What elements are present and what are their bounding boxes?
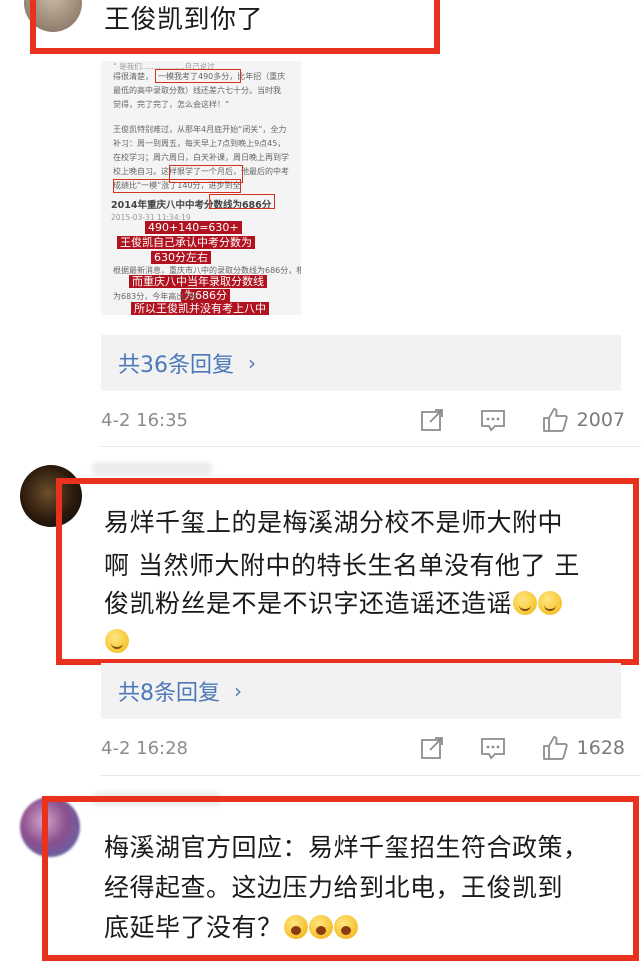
share-button[interactable] xyxy=(419,735,445,761)
comment-text-line xyxy=(104,623,129,661)
crying-emoji-icon xyxy=(283,915,308,939)
comment-button[interactable] xyxy=(479,735,507,761)
like-button[interactable]: 1628 xyxy=(541,734,625,762)
crying-emoji-icon xyxy=(308,915,333,939)
divider xyxy=(101,446,641,447)
share-icon xyxy=(420,409,443,431)
divider xyxy=(101,775,641,776)
smile-emoji-icon xyxy=(538,591,563,615)
comment-text-segment: 底延毕了没有？ xyxy=(104,913,283,942)
like-icon xyxy=(542,408,568,432)
like-count: 1628 xyxy=(576,737,625,759)
comment-meta: 4-2 16:35 2007 xyxy=(101,405,625,435)
comment-text-line: 经得起查。这边压力给到北电，王俊凯到 xyxy=(104,873,564,902)
comment-image[interactable]: “ 是我们..................自己说过 得很清楚， 一模我考了4… xyxy=(101,61,301,315)
comment-icon xyxy=(480,410,505,432)
timestamp: 4-2 16:28 xyxy=(101,737,188,759)
comment-text-line: 梅溪湖官方回应：易烊千玺招生符合政策， xyxy=(104,833,589,862)
crying-emoji-icon xyxy=(333,915,358,939)
replies-label: 共36条回复 xyxy=(118,353,234,378)
share-button[interactable] xyxy=(419,407,445,433)
like-button[interactable]: 2007 xyxy=(541,406,625,434)
comment-text-line: 易烊千玺上的是梅溪湖分校不是师大附中 xyxy=(104,508,564,537)
chevron-right-icon: › xyxy=(234,679,242,703)
comment-button[interactable] xyxy=(479,407,507,433)
smile-emoji-icon xyxy=(105,629,129,653)
share-icon xyxy=(420,737,443,759)
comment-meta: 4-2 16:28 1628 xyxy=(101,733,625,763)
comment-text-line: 底延毕了没有？ xyxy=(104,909,358,947)
replies-label: 共8条回复 xyxy=(118,681,220,706)
username-blurred[interactable] xyxy=(92,462,212,476)
like-count: 2007 xyxy=(576,409,625,431)
like-icon xyxy=(542,736,568,760)
timestamp: 4-2 16:35 xyxy=(101,409,188,431)
view-replies-button[interactable]: 共36条回复 › xyxy=(101,335,621,391)
comment-text-line: 啊 当然师大附中的特长生名单没有他了 王 xyxy=(104,551,580,580)
smile-emoji-icon xyxy=(513,591,538,615)
comment-text-line: 俊凯粉丝是不是不识字还造谣还造谣 xyxy=(104,585,563,623)
comment-icon xyxy=(480,738,505,760)
view-replies-button[interactable]: 共8条回复 › xyxy=(101,663,621,719)
comment-text-segment: 俊凯粉丝是不是不识字还造谣还造谣 xyxy=(104,589,513,618)
chevron-right-icon: › xyxy=(248,351,256,375)
highlight-box xyxy=(30,0,440,54)
